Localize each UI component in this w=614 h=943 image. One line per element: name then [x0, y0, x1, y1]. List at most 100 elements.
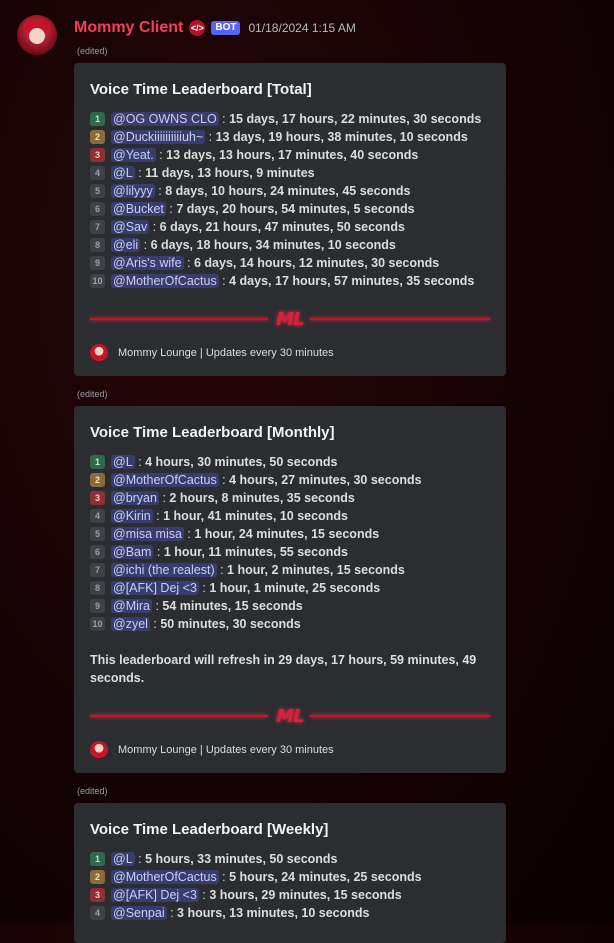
user-mention[interactable]: @OG OWNS CLO [111, 112, 219, 126]
rank-badge: 2 [90, 473, 105, 487]
embed-title: Voice Time Leaderboard [Total] [90, 81, 312, 98]
embed-footer: Mommy Lounge | Updates every 30 minutes [90, 741, 490, 759]
ml-banner: ML [90, 308, 490, 330]
footer-avatar-icon [90, 741, 108, 759]
leaderboard-row: 3 @[AFK] Dej <3 : 3 hours, 29 minutes, 15… [90, 886, 490, 904]
user-mention[interactable]: @Bucket [111, 202, 166, 216]
user-mention[interactable]: @zyel [111, 617, 150, 631]
rank-badge: 3 [90, 148, 105, 162]
leaderboard-row: 10 @MotherOfCactus : 4 days, 17 hours, 57… [90, 272, 490, 290]
rank-badge: 6 [90, 545, 105, 559]
separator: : [165, 202, 177, 216]
avatar-face [29, 28, 45, 44]
separator: : [183, 256, 194, 270]
user-mention[interactable]: @L [111, 852, 135, 866]
rank-badge: 8 [90, 581, 105, 595]
rank-badge: 10 [90, 617, 105, 631]
voice-duration: 3 hours, 13 minutes, 10 seconds [177, 906, 370, 920]
footer-text: Mommy Lounge | Updates every 30 minutes [118, 347, 334, 359]
leaderboard-row: 2 @MotherOfCactus : 5 hours, 24 minutes, … [90, 868, 490, 886]
user-mention[interactable]: @Yeat. [111, 148, 156, 162]
banner-line-right [310, 318, 490, 320]
user-mention[interactable]: @bryan [111, 491, 159, 505]
separator: : [218, 274, 230, 288]
footer-avatar-icon [90, 344, 108, 362]
voice-duration: 1 hour, 2 minutes, 15 seconds [227, 563, 405, 577]
voice-duration: 6 days, 21 hours, 47 minutes, 50 seconds [159, 220, 405, 234]
leaderboard-row: 1 @L : 5 hours, 33 minutes, 50 seconds [90, 850, 490, 868]
user-mention[interactable]: @L [111, 166, 135, 180]
separator: : [149, 220, 160, 234]
user-mention[interactable]: @Bam [111, 545, 154, 559]
author-name[interactable]: Mommy Client [74, 19, 183, 37]
ml-banner: ML [90, 705, 490, 727]
edited-label: (edited) [77, 389, 108, 399]
user-mention[interactable]: @Sav [111, 220, 150, 234]
voice-duration: 7 days, 20 hours, 54 minutes, 5 seconds [176, 202, 415, 216]
footer-text: Mommy Lounge | Updates every 30 minutes [118, 744, 334, 756]
voice-duration: 4 hours, 30 minutes, 50 seconds [145, 455, 338, 469]
rank-badge: 4 [90, 906, 105, 920]
user-mention[interactable]: @Duckiiiiiiiiiiuh~ [111, 130, 206, 144]
user-mention[interactable]: @Aris's wife [111, 256, 184, 270]
voice-duration: 3 hours, 29 minutes, 15 seconds [209, 888, 402, 902]
rank-badge: 4 [90, 166, 105, 180]
separator: : [158, 491, 170, 505]
leaderboard-row: 6 @Bam : 1 hour, 11 minutes, 55 seconds [90, 543, 490, 561]
user-mention[interactable]: @[AFK] Dej <3 [111, 581, 199, 595]
user-mention[interactable]: @[AFK] Dej <3 [111, 888, 199, 902]
user-mention[interactable]: @lilyyy [111, 184, 155, 198]
user-mention[interactable]: @misa misa [111, 527, 184, 541]
rank-badge: 7 [90, 563, 105, 577]
rank-badge: 6 [90, 202, 105, 216]
voice-duration: 54 minutes, 15 seconds [162, 599, 303, 613]
leaderboard-list: 1 @L : 4 hours, 30 minutes, 50 seconds 2 @M… [90, 453, 490, 633]
rank-badge: 3 [90, 491, 105, 505]
separator: : [205, 130, 216, 144]
separator: : [218, 112, 230, 126]
voice-duration: 1 hour, 1 minute, 25 seconds [209, 581, 381, 595]
separator: : [218, 870, 230, 884]
rank-badge: 10 [90, 274, 105, 288]
embed-title: Voice Time Leaderboard [Monthly] [90, 424, 335, 441]
message-timestamp[interactable]: 01/18/2024 1:15 AM [248, 21, 355, 35]
user-mention[interactable]: @eli [111, 238, 141, 252]
separator: : [155, 148, 167, 162]
leaderboard-row: 4 @Senpai : 3 hours, 13 minutes, 10 secon… [90, 904, 490, 922]
separator: : [134, 166, 146, 180]
leaderboard-row: 5 @lilyyy : 8 days, 10 hours, 24 minutes,… [90, 182, 490, 200]
refresh-note: This leaderboard will refresh in 29 days… [90, 653, 477, 685]
voice-duration: 11 days, 13 hours, 9 minutes [145, 166, 315, 180]
rank-badge: 4 [90, 509, 105, 523]
user-mention[interactable]: @Mira [111, 599, 152, 613]
voice-duration: 6 days, 18 hours, 34 minutes, 10 seconds [150, 238, 396, 252]
voice-duration: 4 days, 17 hours, 57 minutes, 35 seconds [229, 274, 475, 288]
rank-badge: 9 [90, 256, 105, 270]
leaderboard-embed-weekly: Voice Time Leaderboard [Weekly] 1 @L : 5 … [74, 803, 506, 943]
rank-badge: 1 [90, 455, 105, 469]
user-mention[interactable]: @Kirin [111, 509, 153, 523]
user-mention[interactable]: @MotherOfCactus [111, 274, 219, 288]
leaderboard-row: 1 @OG OWNS CLO : 15 days, 17 hours, 22 mi… [90, 110, 490, 128]
ml-logo: ML [276, 308, 304, 330]
leaderboard-row: 3 @Yeat. : 13 days, 13 hours, 17 minutes,… [90, 146, 490, 164]
user-mention[interactable]: @MotherOfCactus [111, 870, 219, 884]
leaderboard-list: 1 @OG OWNS CLO : 15 days, 17 hours, 22 mi… [90, 110, 490, 290]
banner-line-left [90, 715, 268, 717]
user-mention[interactable]: @MotherOfCactus [111, 473, 219, 487]
leaderboard-row: 4 @L : 11 days, 13 hours, 9 minutes [90, 164, 490, 182]
leaderboard-row: 1 @L : 4 hours, 30 minutes, 50 seconds [90, 453, 490, 471]
separator: : [198, 888, 210, 902]
embed-title: Voice Time Leaderboard [Weekly] [90, 821, 329, 838]
user-mention[interactable]: @Senpai [111, 906, 167, 920]
author-avatar[interactable] [17, 15, 57, 55]
separator: : [149, 617, 161, 631]
separator: : [154, 184, 166, 198]
voice-duration: 5 hours, 33 minutes, 50 seconds [145, 852, 338, 866]
user-mention[interactable]: @L [111, 455, 135, 469]
leaderboard-row: 9 @Aris's wife : 6 days, 14 hours, 12 min… [90, 254, 490, 272]
leaderboard-row: 6 @Bucket : 7 days, 20 hours, 54 minutes,… [90, 200, 490, 218]
separator: : [218, 473, 230, 487]
user-mention[interactable]: @ichi (the realest) [111, 563, 217, 577]
embed-footer: Mommy Lounge | Updates every 30 minutes [90, 344, 490, 362]
